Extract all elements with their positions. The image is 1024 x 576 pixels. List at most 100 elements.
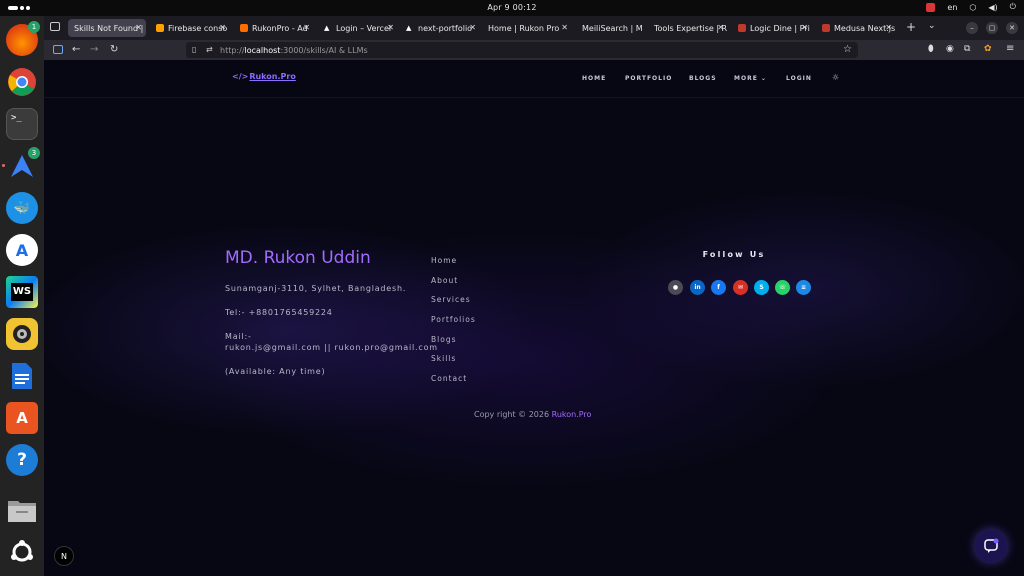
tab-skills-not-found[interactable]: Skills Not Found | ✕: [68, 19, 146, 37]
dock-arch-tool[interactable]: 3: [2, 147, 40, 182]
close-window-button[interactable]: ✕: [1006, 22, 1018, 34]
tab-meilisearch[interactable]: MeiliSearch | M: [576, 19, 646, 37]
account-icon[interactable]: ◉: [946, 44, 954, 54]
facebook-icon[interactable]: f: [711, 280, 726, 295]
tab-vercel-login[interactable]: ▲ Login – Vercel ✕: [318, 19, 398, 37]
tab-tools-expertise[interactable]: Tools Expertise | R ✕: [648, 19, 728, 37]
nav-portfolio[interactable]: PORTFOLIO: [625, 75, 672, 82]
nav-login[interactable]: LOGIN: [786, 75, 812, 82]
dock-webstorm[interactable]: WS: [6, 276, 38, 308]
tab-medusa[interactable]: Medusa Next.js ✕: [816, 19, 896, 37]
chrome-icon: [8, 68, 36, 96]
tab-bar: Skills Not Found | ✕ Firebase conso ✕ Ru…: [44, 16, 1024, 40]
pocket-icon[interactable]: ⬮: [928, 44, 934, 54]
dock-docker[interactable]: 🐳: [6, 192, 38, 224]
footer-link-services[interactable]: Services: [431, 295, 471, 304]
running-indicator: [2, 164, 5, 167]
whatsapp-icon[interactable]: ☏: [775, 280, 790, 295]
close-tab-icon[interactable]: ✕: [801, 23, 808, 32]
url-path: :3000/skills/AI & LLMs: [280, 45, 368, 55]
new-tab-button[interactable]: +: [906, 20, 916, 34]
dock-show-apps[interactable]: [6, 536, 38, 568]
extension-icon[interactable]: ✿: [984, 44, 992, 54]
web-page: </>Rukon.Pro HOME PORTFOLIO BLOGS MORE ⌄…: [44, 60, 1024, 576]
close-tab-icon[interactable]: ✕: [303, 23, 310, 32]
nextjs-dev-indicator[interactable]: N: [54, 546, 74, 566]
language-indicator[interactable]: en: [947, 3, 957, 12]
tab-next-portfolio[interactable]: ▲ next-portfolio ✕: [400, 19, 480, 37]
theme-toggle-icon[interactable]: ☼: [832, 73, 840, 82]
copyright-brand-link[interactable]: Rukon.Pro: [552, 410, 592, 419]
bookmark-star-icon[interactable]: ☆: [843, 44, 852, 55]
dock-help[interactable]: ?: [6, 444, 38, 476]
chat-widget-button[interactable]: [975, 530, 1007, 562]
page-info-icon[interactable]: ▯: [192, 45, 196, 54]
maximize-button[interactable]: ▢: [986, 22, 998, 34]
minimize-button[interactable]: –: [966, 22, 978, 34]
tab-logic-dine[interactable]: Logic Dine | Pri ✕: [732, 19, 812, 37]
back-icon[interactable]: ←: [72, 44, 80, 56]
linkedin-icon[interactable]: in: [690, 280, 705, 295]
help-icon: ?: [17, 450, 27, 470]
permissions-icon[interactable]: ⇄: [206, 45, 213, 54]
tab-rukonpro-admin[interactable]: RukonPro - Ad ✕: [234, 19, 314, 37]
github-icon[interactable]: ●: [668, 280, 683, 295]
close-tab-icon[interactable]: ✕: [717, 23, 724, 32]
dock-writer[interactable]: [6, 360, 38, 392]
url-host: localhost: [244, 45, 281, 55]
system-tray[interactable]: en ⬡ ◀) ⏻: [926, 2, 1016, 12]
chat-bubble-icon: [984, 538, 999, 553]
menu-icon[interactable]: ≡: [1006, 43, 1014, 54]
close-tab-icon[interactable]: ✕: [219, 23, 226, 32]
dock-firefox[interactable]: 1: [6, 21, 40, 56]
forward-icon[interactable]: →: [90, 44, 98, 56]
stackoverflow-icon[interactable]: ≡: [796, 280, 811, 295]
recording-indicator-icon: [926, 2, 936, 12]
dock-app-store[interactable]: A: [6, 234, 38, 266]
footer-link-about[interactable]: About: [431, 276, 458, 285]
folder-icon: [8, 501, 36, 522]
tab-list-icon[interactable]: ⌄: [928, 21, 936, 31]
webstorm-icon: WS: [10, 283, 34, 301]
footer-mail-label: Mail:-: [225, 332, 252, 341]
footer-link-portfolios[interactable]: Portfolios: [431, 315, 476, 324]
footer-name: MD. Rukon Uddin: [225, 248, 371, 268]
extensions-icon[interactable]: ⧉: [964, 44, 970, 54]
footer-address: Sunamganj-3110, Sylhet, Bangladesh.: [225, 284, 407, 293]
close-tab-icon[interactable]: ✕: [387, 23, 394, 32]
address-bar[interactable]: ▯ ⇄ http:// localhost :3000/skills/AI & …: [186, 42, 858, 58]
close-tab-icon[interactable]: ✕: [135, 23, 142, 32]
skype-icon[interactable]: S: [754, 280, 769, 295]
nav-blogs[interactable]: BLOGS: [689, 75, 717, 82]
vercel-icon: ▲: [324, 24, 330, 32]
reload-icon[interactable]: ↻: [110, 44, 118, 56]
dock-files[interactable]: [6, 494, 38, 526]
close-tab-icon[interactable]: ✕: [469, 23, 476, 32]
system-top-bar: Apr 9 00:12 en ⬡ ◀) ⏻: [0, 0, 1024, 16]
tab-home-rukon-pro[interactable]: Home | Rukon Pro ✕: [482, 19, 572, 37]
dock-terminal[interactable]: >_: [6, 108, 38, 140]
notification-badge: 1: [28, 21, 40, 33]
vercel-icon: ▲: [406, 24, 412, 32]
footer-link-blogs[interactable]: Blogs: [431, 335, 457, 344]
gmail-icon[interactable]: ✉: [733, 280, 748, 295]
tab-firebase[interactable]: Firebase conso ✕: [150, 19, 230, 37]
url-prefix: http://: [220, 45, 245, 55]
nav-more[interactable]: MORE ⌄: [734, 75, 767, 82]
nav-home[interactable]: HOME: [582, 75, 606, 82]
ubuntu-logo-icon: [11, 540, 33, 562]
software-center-icon: A: [16, 409, 28, 427]
close-tab-icon[interactable]: ✕: [561, 23, 568, 32]
footer-link-skills[interactable]: Skills: [431, 354, 456, 363]
footer-link-home[interactable]: Home: [431, 256, 457, 265]
system-clock[interactable]: Apr 9 00:12: [0, 3, 1024, 12]
footer-link-contact[interactable]: Contact: [431, 374, 467, 383]
app-store-icon: A: [15, 240, 29, 260]
dock-rhythmbox[interactable]: [6, 318, 38, 350]
site-logo[interactable]: </>Rukon.Pro: [232, 72, 296, 81]
close-tab-icon[interactable]: ✕: [885, 23, 892, 32]
dock-chrome[interactable]: [6, 66, 38, 98]
dock-software-center[interactable]: A: [6, 402, 38, 434]
tab-overview-icon[interactable]: [50, 22, 60, 31]
sidebar-icon[interactable]: [53, 45, 63, 54]
